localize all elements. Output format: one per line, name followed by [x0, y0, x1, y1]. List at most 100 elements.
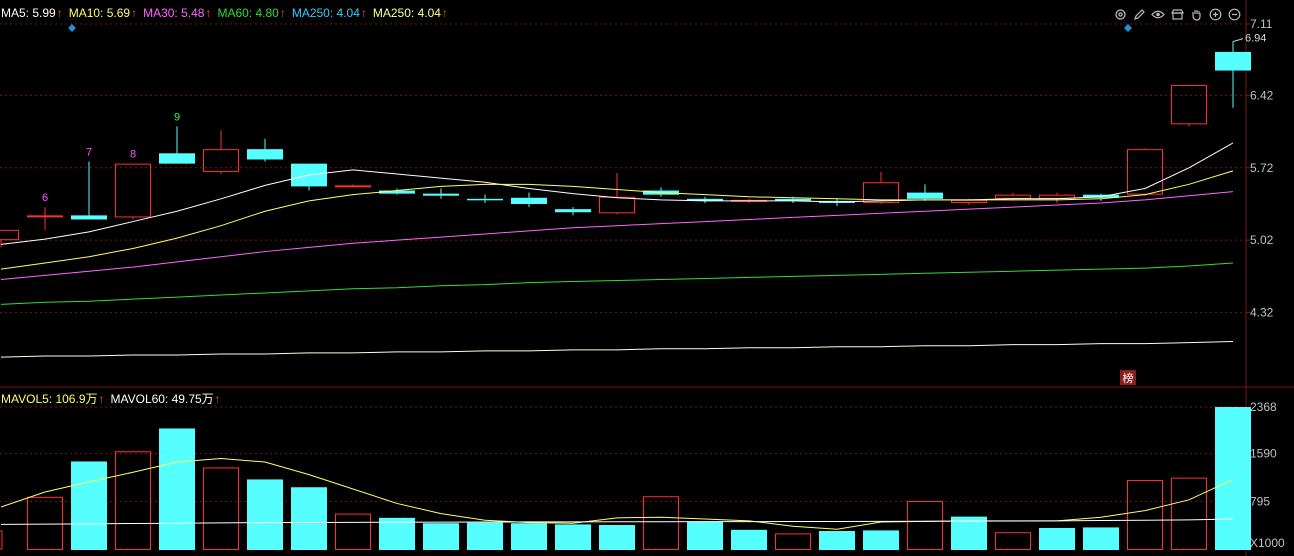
volume-bar [599, 525, 635, 550]
ma-legend-text: MA250: 4.04 [372, 6, 441, 20]
candle-body [555, 209, 591, 213]
volume-bar [0, 530, 3, 550]
volume-bar [335, 513, 371, 550]
diamond-marker-icon [68, 24, 76, 32]
rank-badge-label: 榜 [1123, 371, 1134, 385]
volume-bar [643, 496, 679, 551]
volume-bar [907, 501, 943, 551]
price-tick-label: 4.32 [1250, 306, 1274, 320]
volume-bar [819, 531, 855, 550]
candle-body [1127, 149, 1163, 195]
volume-bar [511, 523, 547, 550]
diamond-marker-icon [1124, 24, 1132, 32]
up-arrow-icon: ↑ [98, 392, 105, 406]
candle-body [1215, 51, 1251, 71]
up-arrow-icon: ↑ [360, 6, 367, 20]
chart-toolbar [1112, 6, 1242, 22]
candle-body [423, 193, 459, 196]
price-tick-label: 5.72 [1250, 161, 1274, 175]
candle-body [995, 194, 1031, 199]
store-icon[interactable] [1169, 6, 1185, 22]
up-arrow-icon: ↑ [441, 6, 448, 20]
zoom-in-icon[interactable] [1207, 6, 1223, 22]
candle-body [71, 215, 107, 220]
ma-legend-item: MA5: 5.99↑ [1, 6, 63, 20]
candle-body [1171, 85, 1207, 125]
candle-body [335, 185, 371, 188]
ma-legend-item: MA60: 4.80↑ [217, 6, 285, 20]
ma-legend-text: MA60: 4.80 [217, 6, 279, 20]
sequence-marker-label: 6 [42, 192, 48, 204]
volume-bar [1083, 527, 1119, 550]
ma-legend-text: MA30: 5.48 [143, 6, 205, 20]
volume-bar [995, 532, 1031, 551]
zoom-out-icon[interactable] [1226, 6, 1242, 22]
up-arrow-icon: ↑ [56, 6, 63, 20]
volume-bar [863, 530, 899, 550]
candle-body [0, 229, 19, 241]
sequence-marker-label: 8 [130, 149, 136, 161]
volume-bar [247, 479, 283, 550]
up-arrow-icon: ↑ [131, 6, 138, 20]
volume-bar [291, 487, 327, 550]
candle-body [907, 192, 943, 199]
settings-icon[interactable] [1112, 6, 1128, 22]
volume-bar [423, 523, 459, 550]
volume-unit-label: X1000 [1250, 536, 1285, 550]
price-legend: MA5: 5.99↑ MA10: 5.69↑ MA30: 5.48↑ MA60: 4.… [1, 6, 454, 20]
chart-canvas[interactable]: 7.11 6.42 5.72 5.02 4.32 2368 1590 795 X1000 6 7 8 9… [0, 0, 1294, 556]
ma-legend-item: MA10: 5.69↑ [69, 6, 137, 20]
volume-bar [27, 496, 63, 551]
candle-body [27, 215, 63, 218]
candle-body [247, 149, 283, 160]
candle-body [159, 153, 195, 164]
volume-bar [687, 522, 723, 550]
sequence-marker-label: 7 [86, 147, 92, 159]
volume-bar [1171, 477, 1207, 550]
volume-tick-label: 1590 [1250, 447, 1277, 461]
ma-line-ma250 [0, 341, 1234, 358]
volume-bar [467, 522, 503, 550]
hand-icon[interactable] [1188, 6, 1204, 22]
candle-body [511, 197, 547, 204]
volume-legend: MAVOL5: 106.9万↑ MAVOL60: 49.75万↑ [1, 390, 227, 407]
mavol-legend-text: MAVOL5: 106.9万 [1, 392, 98, 406]
mavol-legend-item: MAVOL5: 106.9万↑ [1, 392, 105, 406]
eye-icon[interactable] [1150, 6, 1166, 22]
sequence-marker-label: 9 [174, 111, 180, 123]
volume-bar [159, 428, 195, 550]
candle-body [951, 199, 987, 203]
mavol-legend-item: MAVOL60: 49.75万↑ [111, 392, 221, 406]
up-arrow-icon: ↑ [205, 6, 212, 20]
volume-bar [731, 529, 767, 550]
ma-legend-text: MA10: 5.69 [68, 6, 131, 20]
up-arrow-icon: ↑ [214, 392, 221, 406]
volume-bar [1215, 407, 1251, 550]
ma-legend-item: MA30: 5.48↑ [143, 6, 211, 20]
price-tick-label: 5.02 [1250, 233, 1274, 247]
volume-bar [555, 524, 591, 550]
candle-body [115, 163, 151, 218]
ma-legend-text: MA5: 5.99 [1, 6, 56, 20]
ma-legend-item: MA250: 4.04↑ [373, 6, 448, 20]
ma-legend-text: MA250: 4.04 [291, 6, 360, 20]
volume-bar [203, 467, 239, 551]
up-arrow-icon: ↑ [279, 6, 286, 20]
volume-tick-label: 795 [1250, 494, 1270, 508]
volume-bar [775, 533, 811, 551]
candle-body [599, 196, 635, 214]
volume-tick-label: 2368 [1250, 400, 1277, 414]
pen-icon[interactable] [1131, 6, 1147, 22]
price-tick-label: 7.11 [1250, 17, 1273, 31]
volume-bar [1127, 480, 1163, 550]
high-pointer [1232, 38, 1244, 43]
mavol-legend-text: MAVOL60: 49.75万 [110, 392, 214, 406]
high-value-label: 6.94 [1245, 33, 1266, 45]
volume-bar [115, 451, 151, 550]
ma-line-ma60 [0, 262, 1234, 305]
volume-bar [1039, 528, 1075, 550]
candle-body [467, 198, 503, 201]
ma-legend-item: MA250: 4.04↑ [292, 6, 367, 20]
price-tick-label: 6.42 [1250, 88, 1274, 102]
volume-bar [71, 461, 107, 550]
